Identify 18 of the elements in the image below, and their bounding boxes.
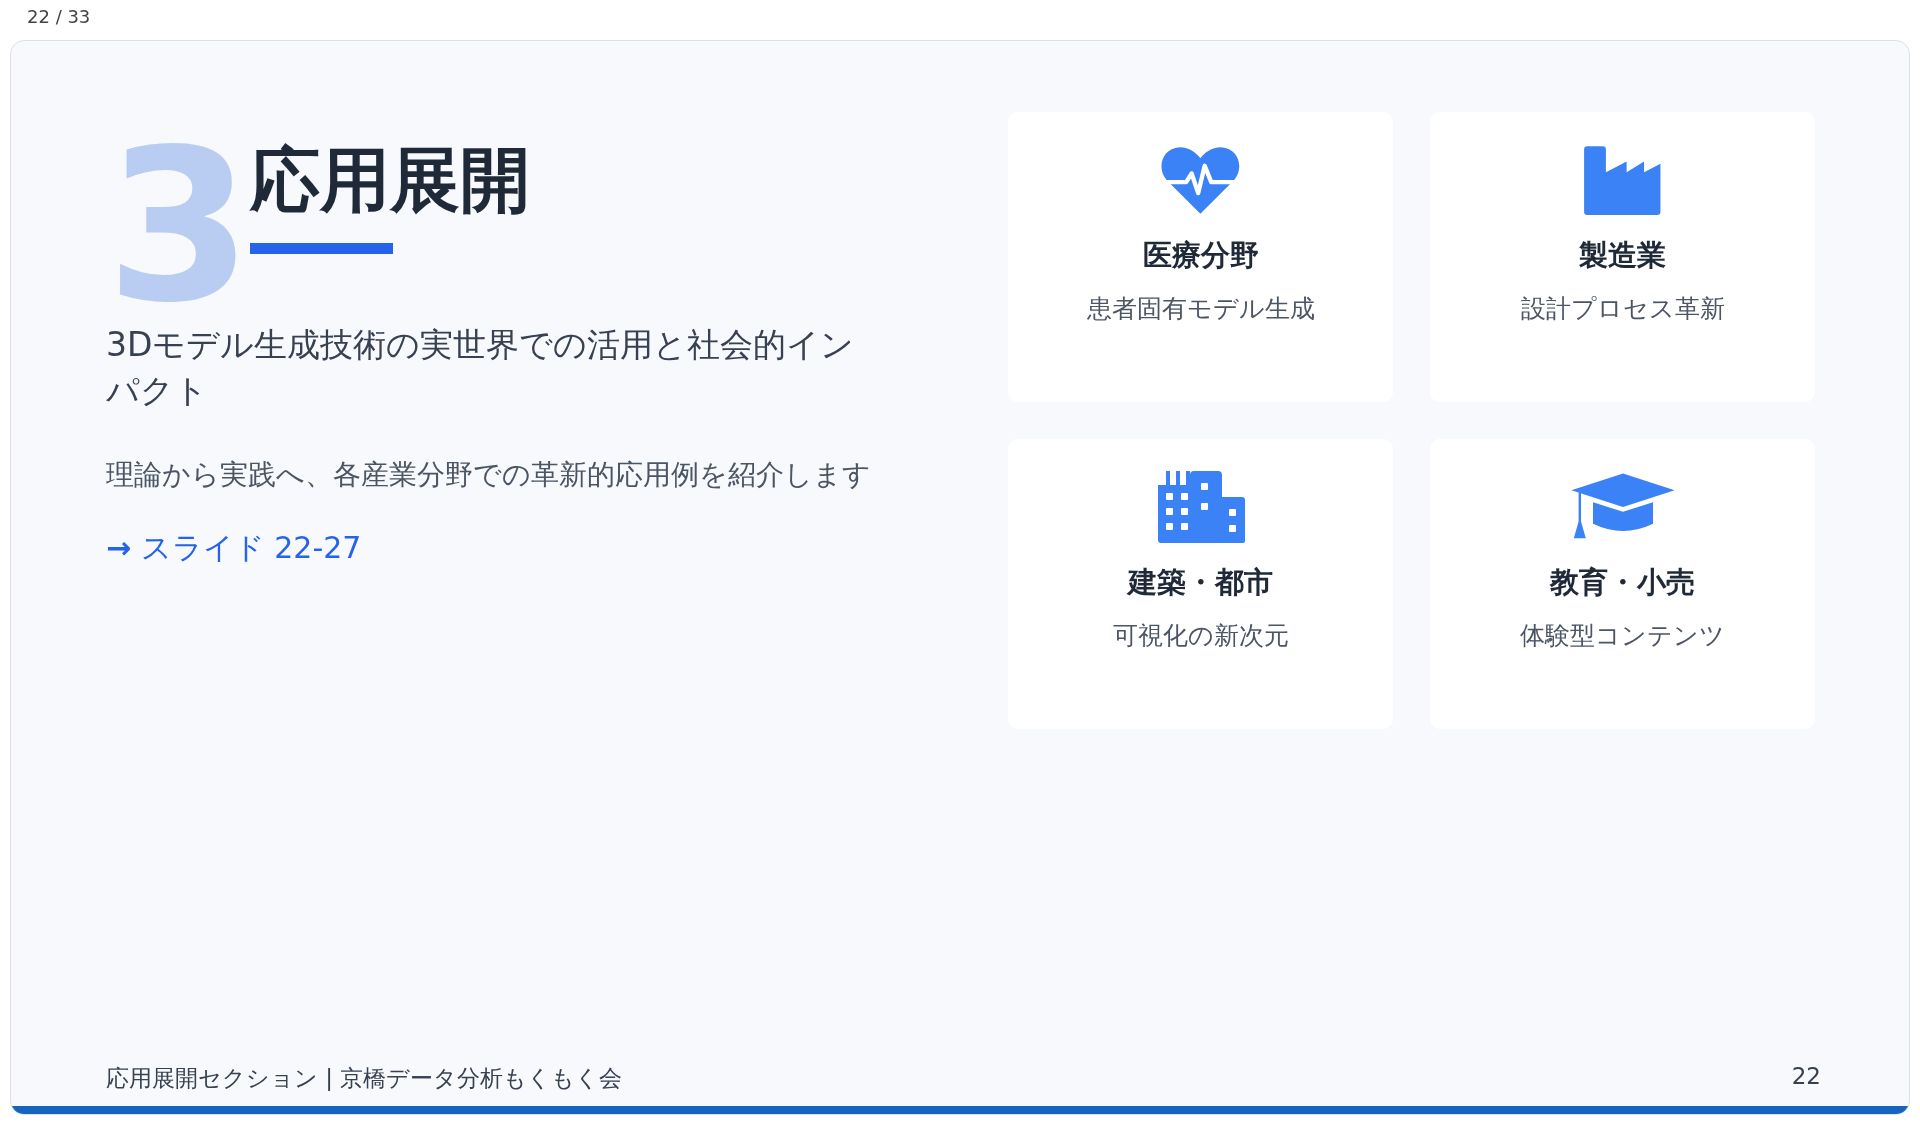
page-number: 22 xyxy=(1791,1063,1821,1091)
buildings-icon xyxy=(1155,471,1246,543)
card-description: 可視化の新次元 xyxy=(1112,620,1289,652)
slide-title: 応用展開 xyxy=(250,142,530,219)
slides-link[interactable]: → スライド 22-27 xyxy=(106,528,362,570)
card-title: 医療分野 xyxy=(1142,237,1259,274)
slide-description: 理論から実践へ、各産業分野での革新的応用例を紹介します xyxy=(106,457,872,494)
card-title: 製造業 xyxy=(1579,237,1666,274)
card-description: 体験型コンテンツ xyxy=(1520,620,1725,652)
card-title: 教育・小売 xyxy=(1550,564,1695,601)
footer-text: 応用展開セクション | 京橋データ分析もくもく会 xyxy=(106,1064,623,1093)
factory-icon xyxy=(1583,144,1662,216)
card-title: 建築・都市 xyxy=(1128,564,1273,601)
slide-subtitle: 3Dモデル生成技術の実世界での活用と社会的インパクト xyxy=(106,324,856,413)
slide-counter: 22 / 33 xyxy=(26,5,92,29)
card-description: 設計プロセス革新 xyxy=(1520,293,1725,325)
heart-pulse-icon xyxy=(1160,144,1241,216)
card-description: 患者固有モデル生成 xyxy=(1086,293,1315,325)
